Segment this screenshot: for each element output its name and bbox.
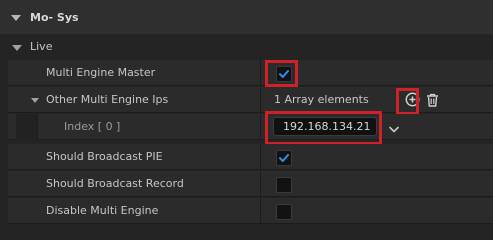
highlight-box (265, 111, 382, 145)
disable-multi-engine-checkbox[interactable] (276, 204, 292, 220)
should-broadcast-pie-checkbox[interactable] (276, 150, 292, 166)
expand-triangle-icon[interactable] (11, 15, 21, 21)
details-panel: Mo- Sys Live Multi Engine Master Other M… (0, 0, 493, 240)
should-broadcast-record-checkbox[interactable] (276, 177, 292, 193)
property-row-other-multi-engine-ips: Other Multi Engine Ips 1 Array elements (8, 87, 493, 113)
property-name-cell: Index [ 0 ] (8, 114, 261, 140)
property-value-cell (261, 171, 493, 197)
property-row-should-broadcast-record: Should Broadcast Record (8, 171, 493, 197)
checkmark-icon (279, 154, 289, 162)
property-name-cell: Other Multi Engine Ips (8, 87, 261, 113)
property-row-should-broadcast-pie: Should Broadcast PIE (8, 144, 493, 170)
section-title: Mo- Sys (30, 11, 79, 24)
category-header-live[interactable]: Live (0, 35, 493, 59)
property-row-index-0: Index [ 0 ] 192.168.134.21 (8, 114, 493, 140)
property-label: Should Broadcast Record (46, 177, 184, 190)
array-element-count: 1 Array elements (274, 93, 369, 106)
property-value-cell (261, 144, 493, 170)
section-header-mosys[interactable]: Mo- Sys (0, 0, 493, 34)
highlight-box (265, 60, 298, 87)
property-name-cell: Should Broadcast Record (8, 171, 261, 197)
chevron-down-icon[interactable] (389, 123, 399, 136)
category-title: Live (30, 40, 53, 53)
expand-triangle-icon[interactable] (31, 98, 39, 103)
property-label: Index [ 0 ] (64, 120, 121, 133)
property-label: Disable Multi Engine (46, 204, 159, 217)
property-value-cell: 1 Array elements (261, 87, 493, 113)
property-name-cell: Disable Multi Engine (8, 198, 261, 224)
property-label: Other Multi Engine Ips (46, 93, 169, 106)
property-name-cell: Should Broadcast PIE (8, 144, 261, 170)
property-name-cell: Multi Engine Master (8, 60, 261, 86)
property-row-disable-multi-engine: Disable Multi Engine (8, 198, 493, 224)
property-label: Should Broadcast PIE (46, 150, 163, 163)
property-row-multi-engine-master: Multi Engine Master (8, 60, 493, 86)
expand-triangle-icon[interactable] (12, 45, 22, 51)
trash-icon[interactable] (426, 93, 439, 110)
property-value-cell (261, 198, 493, 224)
highlight-box (396, 88, 419, 115)
property-label: Multi Engine Master (46, 66, 156, 79)
